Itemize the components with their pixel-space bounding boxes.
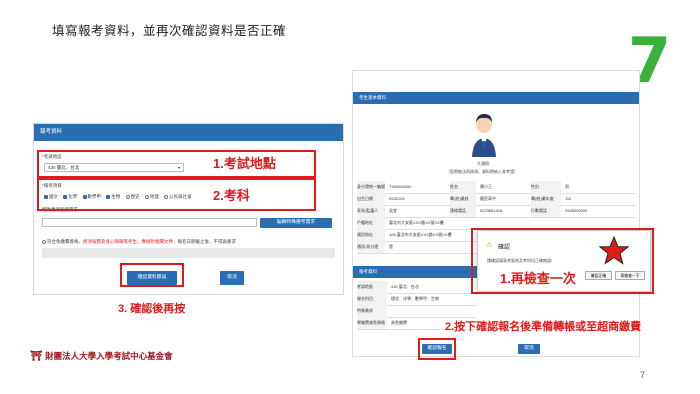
slide-title: 填寫報考資料，並再次確認資料是否正確 [52,24,287,38]
confirmation-panel: 考生基本資料 大頭照 （您將無法再修改，資料將納入准考證） 身分證統一編號 T20… [352,70,640,357]
annotation-recheck: 1.再檢查一次 [500,271,576,286]
avatar-icon [472,114,496,157]
annotation-area: 1.考試地點 [213,156,276,171]
photo-caption: 大頭照 [477,161,489,166]
annotation-confirm-again: 3. 確認後再按 [118,303,186,315]
right-cancel-button[interactable]: 取消 [518,344,540,354]
fee-waiver-field[interactable] [42,248,335,258]
annotation-subjects: 2.考科 [213,188,250,203]
exam-info-header: 報考資料 [353,266,478,278]
cancel-button[interactable]: 取消 [220,271,244,285]
basic-info-header: 考生基本資料 [353,92,639,104]
ceec-logo: ⛩ 財團法人大學入學考試中心基金會 [30,351,173,362]
special-needs-input[interactable] [42,218,257,227]
page-number: 7 [640,370,646,380]
confirm-highlight-box [120,263,184,287]
annotation-final: 2.按下確認報名後準備轉帳或至超商繳費 [445,321,642,333]
subjects-highlight-box [37,178,316,211]
panel-header: 報考資料 [34,124,343,141]
fee-waiver-row: 符合免繳費資格，經濟弱勢及身心障礙等考生，應檢附相關文件，報名日期截止後，不得再… [42,239,236,245]
star-icon [598,235,630,265]
photo-note: （您將無法再修改，資料將納入准考證） [446,169,518,174]
logo-emblem-icon: ⛩ [30,351,43,362]
avatar-photo [471,111,497,157]
confirm-registration-highlight-box [418,338,456,360]
edit-special-needs-button[interactable]: 編輯特殊應考需求 [260,218,332,228]
checkbox-empty-icon[interactable] [42,239,46,244]
